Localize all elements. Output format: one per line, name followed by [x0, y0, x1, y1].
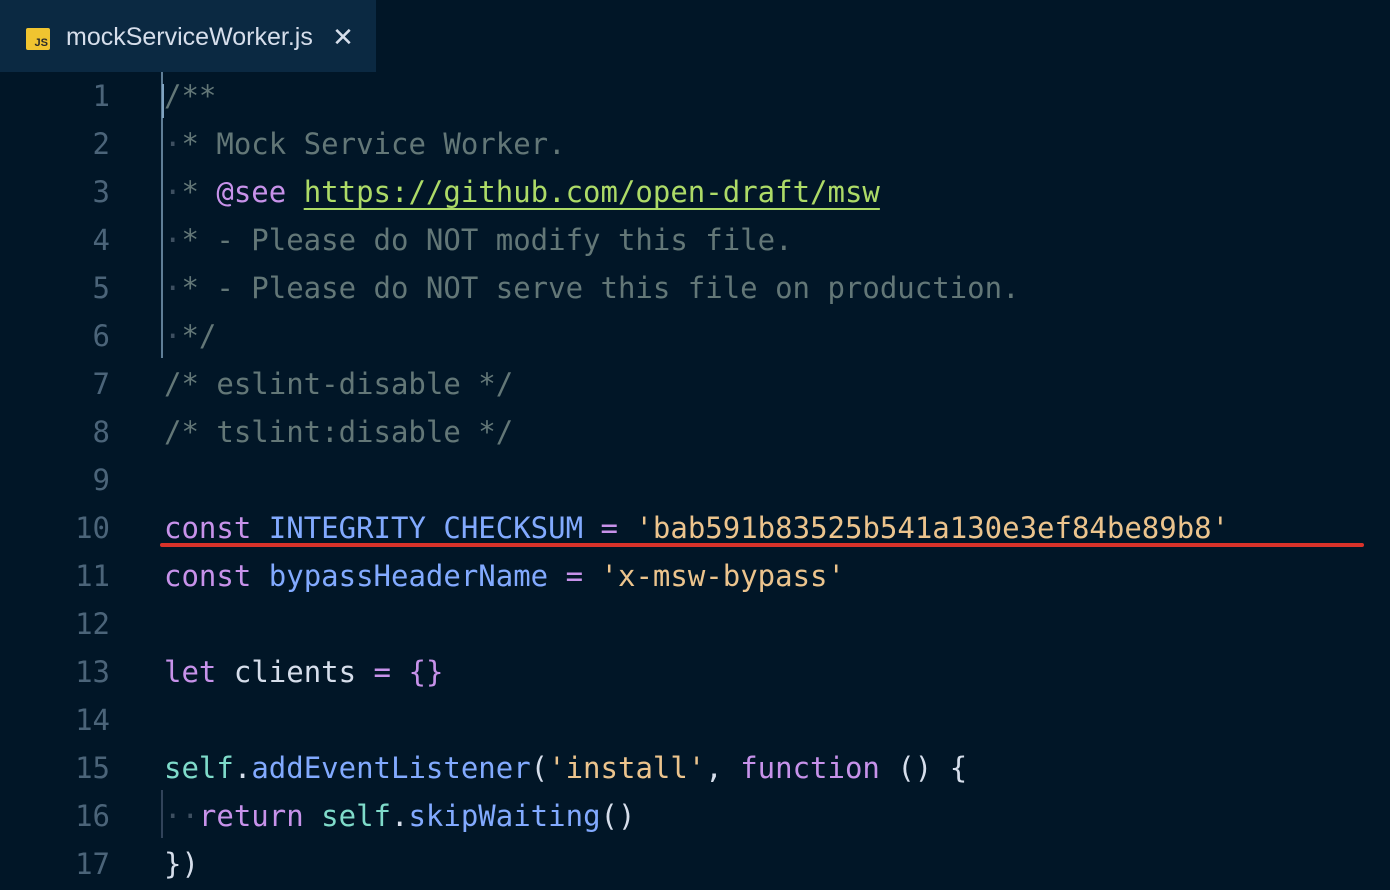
- line-text: ·*/: [164, 312, 216, 360]
- keyword: const: [164, 511, 252, 545]
- object-literal: {}: [408, 655, 444, 689]
- code-line-16: 16 ··return self.skipWaiting(): [0, 792, 1390, 840]
- code-line-15: 15 self.addEventListener('install', func…: [0, 744, 1390, 792]
- whitespace-dot: ·: [164, 319, 182, 353]
- keyword: return: [198, 799, 304, 833]
- line-number: 3: [92, 175, 110, 209]
- line-number: 15: [75, 751, 110, 785]
- line-number: 9: [92, 463, 110, 497]
- line-text: ·* - Please do NOT serve this file on pr…: [164, 264, 1020, 312]
- line-text: /**: [164, 79, 217, 113]
- line-number: 1: [92, 79, 110, 113]
- line-number: 11: [75, 559, 110, 593]
- identifier: bypassHeaderName: [268, 559, 549, 593]
- line-text: /* tslint:disable */: [164, 415, 514, 449]
- keyword: function: [740, 751, 880, 785]
- code-line-3: 3 ·* @see https://github.com/open-draft/…: [0, 168, 1390, 216]
- line-number: 6: [92, 319, 110, 353]
- tab-title: mockServiceWorker.js: [66, 23, 313, 51]
- highlight-underline: [160, 543, 1364, 547]
- whitespace-dot: ··: [164, 799, 199, 833]
- line-number: 10: [75, 511, 110, 545]
- punctuation: .: [391, 799, 409, 833]
- comment: * - Please do NOT modify this file.: [181, 223, 793, 257]
- code-line-13: 13 let clients = {}: [0, 648, 1390, 696]
- punctuation: ,: [705, 751, 741, 785]
- tab-bar: JS mockServiceWorker.js ✕: [0, 0, 1390, 72]
- comment: */: [181, 319, 217, 353]
- whitespace-dot: ·: [164, 175, 182, 209]
- punctuation: (): [600, 799, 636, 833]
- line-number: 13: [75, 655, 110, 689]
- code-line-7: 7 /* eslint-disable */: [0, 360, 1390, 408]
- code-editor[interactable]: 1 /** 2 ·* Mock Service Worker. 3 ·* @se…: [0, 72, 1390, 890]
- operator: =: [373, 655, 392, 689]
- line-number: 8: [92, 415, 110, 449]
- line-number: 16: [75, 799, 110, 833]
- code-line-4: 4 ·* - Please do NOT modify this file.: [0, 216, 1390, 264]
- line-text: /* eslint-disable */: [164, 367, 514, 401]
- comment: * - Please do NOT serve this file on pro…: [181, 271, 1020, 305]
- line-number: 14: [75, 703, 110, 737]
- keyword: const: [164, 559, 252, 593]
- line-text: }): [164, 847, 199, 881]
- line-text: const bypassHeaderName = 'x-msw-bypass': [164, 552, 845, 600]
- code-line-9: 9: [0, 456, 1390, 504]
- line-number: 7: [92, 367, 110, 401]
- line-number: 17: [75, 847, 110, 881]
- close-icon[interactable]: ✕: [330, 24, 356, 50]
- comment: * Mock Service Worker.: [181, 127, 566, 161]
- self-object: self: [321, 799, 391, 833]
- keyword: let: [164, 655, 217, 689]
- code-line-12: 12: [0, 600, 1390, 648]
- operator: =: [600, 511, 618, 545]
- code-line-14: 14: [0, 696, 1390, 744]
- self-object: self: [164, 751, 234, 785]
- method-name: addEventListener: [251, 751, 531, 785]
- javascript-file-icon: JS: [26, 28, 50, 50]
- line-number: 2: [92, 127, 110, 161]
- code-line-6: 6 ·*/: [0, 312, 1390, 360]
- whitespace-dot: ·: [164, 271, 182, 305]
- github-link[interactable]: https://github.com/open-draft/msw: [304, 175, 880, 209]
- identifier: INTEGRITY_CHECKSUM: [268, 511, 584, 545]
- line-text: let clients = {}: [164, 648, 443, 696]
- line-text: self.addEventListener('install', functio…: [164, 744, 967, 792]
- punctuation: (: [530, 751, 549, 785]
- method-name: skipWaiting: [408, 799, 601, 833]
- code-line-17: 17 }): [0, 840, 1390, 888]
- punctuation: .: [233, 751, 252, 785]
- whitespace-dot: ·: [164, 223, 182, 257]
- line-number: 5: [92, 271, 110, 305]
- code-line-5: 5 ·* - Please do NOT serve this file on …: [0, 264, 1390, 312]
- line-text: ·* Mock Service Worker.: [164, 120, 566, 168]
- code-line-11: 11 const bypassHeaderName = 'x-msw-bypas…: [0, 552, 1390, 600]
- code-line-1: 1 /**: [0, 72, 1390, 120]
- operator: =: [565, 559, 584, 593]
- string-literal: 'install': [548, 751, 706, 785]
- identifier: clients: [233, 655, 357, 689]
- comment-star: *: [181, 175, 217, 209]
- whitespace-dot: ·: [164, 127, 182, 161]
- line-text: ·* - Please do NOT modify this file.: [164, 216, 793, 264]
- editor-tab-mockserviceworker[interactable]: JS mockServiceWorker.js ✕: [0, 0, 376, 72]
- string-literal: 'bab591b83525b541a130e3ef84be89b8': [635, 511, 1230, 545]
- jsdoc-tag: @see: [216, 175, 287, 209]
- line-text: ·* @see https://github.com/open-draft/ms…: [164, 168, 880, 216]
- code-line-8: 8 /* tslint:disable */: [0, 408, 1390, 456]
- line-number: 4: [92, 223, 110, 257]
- line-text: ··return self.skipWaiting(): [164, 792, 635, 840]
- line-number: 12: [75, 607, 110, 641]
- code-line-2: 2 ·* Mock Service Worker.: [0, 120, 1390, 168]
- punctuation: () {: [879, 751, 968, 785]
- string-literal: 'x-msw-bypass': [600, 559, 845, 593]
